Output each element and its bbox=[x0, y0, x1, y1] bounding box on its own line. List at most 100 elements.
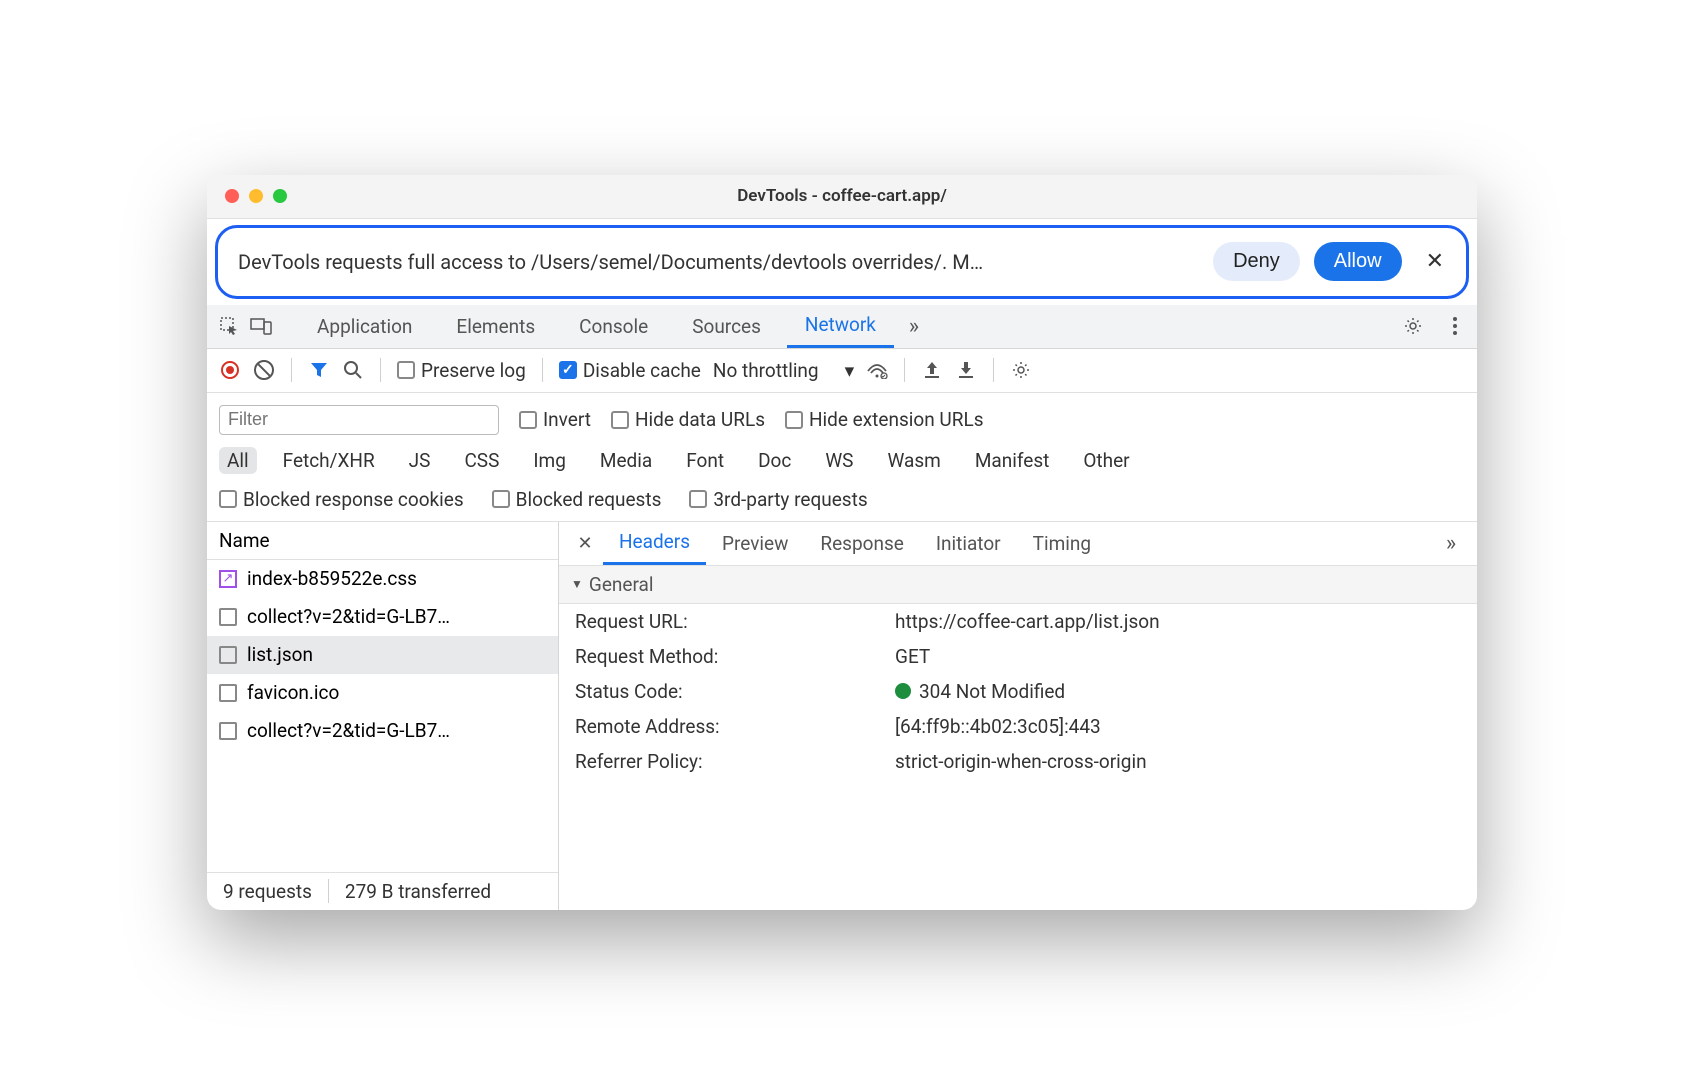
throttling-select[interactable]: No throttling ▾ bbox=[713, 359, 854, 382]
detail-tab-headers[interactable]: Headers bbox=[603, 522, 706, 565]
type-chip-img[interactable]: Img bbox=[525, 447, 574, 474]
detail-tab-preview[interactable]: Preview bbox=[706, 522, 804, 565]
blocked-requests-checkbox[interactable]: Blocked requests bbox=[492, 488, 662, 511]
disclosure-triangle-icon: ▼ bbox=[571, 577, 583, 591]
type-chip-all[interactable]: All bbox=[219, 447, 257, 474]
tab-application[interactable]: Application bbox=[299, 305, 430, 348]
type-chip-other[interactable]: Other bbox=[1075, 447, 1137, 474]
upload-icon[interactable] bbox=[921, 359, 943, 381]
name-column-header[interactable]: Name bbox=[207, 522, 558, 560]
request-name: collect?v=2&tid=G-LB7… bbox=[247, 719, 450, 742]
request-row[interactable]: ↗index-b859522e.css bbox=[207, 560, 558, 598]
close-window-button[interactable] bbox=[225, 189, 239, 203]
request-row[interactable]: list.json bbox=[207, 636, 558, 674]
download-icon[interactable] bbox=[955, 359, 977, 381]
hide-extension-urls-checkbox[interactable]: Hide extension URLs bbox=[785, 408, 984, 431]
minimize-window-button[interactable] bbox=[249, 189, 263, 203]
request-list[interactable]: ↗index-b859522e.css collect?v=2&tid=G-LB7… bbox=[207, 560, 558, 872]
request-count: 9 requests bbox=[207, 880, 328, 903]
titlebar: DevTools - coffee-cart.app/ bbox=[207, 175, 1477, 219]
close-detail-icon[interactable]: ✕ bbox=[567, 533, 603, 554]
file-icon bbox=[219, 684, 237, 702]
main-tabs: ApplicationElementsConsoleSourcesNetwork… bbox=[207, 305, 1477, 349]
type-chip-css[interactable]: CSS bbox=[456, 447, 507, 474]
request-name: collect?v=2&tid=G-LB7… bbox=[247, 605, 450, 628]
file-icon bbox=[219, 722, 237, 740]
detail-tab-response[interactable]: Response bbox=[804, 522, 919, 565]
type-chip-fetch-xhr[interactable]: Fetch/XHR bbox=[275, 447, 383, 474]
header-value: 304 Not Modified bbox=[895, 680, 1461, 703]
request-name: index-b859522e.css bbox=[247, 567, 417, 590]
search-icon[interactable] bbox=[342, 359, 364, 381]
request-row[interactable]: collect?v=2&tid=G-LB7… bbox=[207, 712, 558, 750]
detail-panel: ✕ HeadersPreviewResponseInitiatorTiming … bbox=[559, 522, 1477, 910]
header-key: Request URL: bbox=[575, 610, 895, 633]
transferred-size: 279 B transferred bbox=[329, 880, 507, 903]
blocked-response-cookies-checkbox[interactable]: Blocked response cookies bbox=[219, 488, 464, 511]
record-icon[interactable] bbox=[219, 359, 241, 381]
network-conditions-icon[interactable] bbox=[866, 359, 888, 381]
tab-elements[interactable]: Elements bbox=[438, 305, 553, 348]
request-row[interactable]: favicon.ico bbox=[207, 674, 558, 712]
header-key: Remote Address: bbox=[575, 715, 895, 738]
device-toggle-icon[interactable] bbox=[249, 314, 273, 338]
devtools-window: DevTools - coffee-cart.app/ DevTools req… bbox=[207, 175, 1477, 910]
traffic-lights bbox=[207, 189, 287, 203]
tab-network[interactable]: Network bbox=[787, 305, 894, 348]
hide-data-urls-checkbox[interactable]: Hide data URLs bbox=[611, 408, 765, 431]
header-key: Status Code: bbox=[575, 680, 895, 703]
content-area: Name ↗index-b859522e.css collect?v=2&tid=… bbox=[207, 522, 1477, 910]
window-title: DevTools - coffee-cart.app/ bbox=[207, 186, 1477, 206]
type-chip-font[interactable]: Font bbox=[678, 447, 732, 474]
detail-tabs: ✕ HeadersPreviewResponseInitiatorTiming … bbox=[559, 522, 1477, 566]
kebab-menu-icon[interactable] bbox=[1443, 314, 1467, 338]
header-value: strict-origin-when-cross-origin bbox=[895, 750, 1461, 773]
type-chip-wasm[interactable]: Wasm bbox=[879, 447, 948, 474]
preserve-log-checkbox[interactable]: Preserve log bbox=[397, 359, 526, 382]
type-chip-js[interactable]: JS bbox=[401, 447, 439, 474]
header-value: GET bbox=[895, 645, 1461, 668]
allow-button[interactable]: Allow bbox=[1314, 242, 1402, 281]
type-chip-manifest[interactable]: Manifest bbox=[967, 447, 1058, 474]
tab-sources[interactable]: Sources bbox=[674, 305, 779, 348]
general-section-header[interactable]: ▼General bbox=[559, 566, 1477, 604]
invert-checkbox[interactable]: Invert bbox=[519, 408, 591, 431]
request-row[interactable]: collect?v=2&tid=G-LB7… bbox=[207, 598, 558, 636]
network-settings-icon[interactable] bbox=[1010, 359, 1032, 381]
header-row: Status Code:304 Not Modified bbox=[559, 674, 1477, 709]
network-toolbar: Preserve log Disable cache No throttling… bbox=[207, 349, 1477, 393]
detail-content[interactable]: ▼General Request URL:https://coffee-cart… bbox=[559, 566, 1477, 910]
header-row: Remote Address:[64:ff9b::4b02:3c05]:443 bbox=[559, 709, 1477, 744]
close-icon[interactable]: ✕ bbox=[1416, 249, 1454, 274]
status-bar: 9 requests 279 B transferred bbox=[207, 872, 558, 910]
more-tabs-icon[interactable]: » bbox=[902, 314, 926, 338]
header-row: Request Method:GET bbox=[559, 639, 1477, 674]
filter-icon[interactable] bbox=[308, 359, 330, 381]
tab-console[interactable]: Console bbox=[561, 305, 666, 348]
detail-tab-initiator[interactable]: Initiator bbox=[920, 522, 1017, 565]
permission-bar: DevTools requests full access to /Users/… bbox=[215, 225, 1469, 299]
type-chip-media[interactable]: Media bbox=[592, 447, 660, 474]
header-row: Request URL:https://coffee-cart.app/list… bbox=[559, 604, 1477, 639]
header-row: Referrer Policy:strict-origin-when-cross… bbox=[559, 744, 1477, 779]
filter-input[interactable] bbox=[219, 405, 499, 435]
disable-cache-checkbox[interactable]: Disable cache bbox=[559, 359, 701, 382]
settings-icon[interactable] bbox=[1401, 314, 1425, 338]
third-party-checkbox[interactable]: 3rd-party requests bbox=[689, 488, 867, 511]
permission-message: DevTools requests full access to /Users/… bbox=[238, 250, 1199, 274]
type-chip-doc[interactable]: Doc bbox=[750, 447, 799, 474]
type-chip-ws[interactable]: WS bbox=[817, 447, 861, 474]
zoom-window-button[interactable] bbox=[273, 189, 287, 203]
requests-panel: Name ↗index-b859522e.css collect?v=2&tid=… bbox=[207, 522, 559, 910]
inspect-icon[interactable] bbox=[217, 314, 241, 338]
status-dot-icon bbox=[895, 683, 911, 699]
detail-tab-timing[interactable]: Timing bbox=[1017, 522, 1107, 565]
filter-bar: Invert Hide data URLs Hide extension URL… bbox=[207, 393, 1477, 522]
file-icon bbox=[219, 608, 237, 626]
deny-button[interactable]: Deny bbox=[1213, 242, 1300, 281]
header-key: Request Method: bbox=[575, 645, 895, 668]
more-detail-tabs-icon[interactable]: » bbox=[1433, 531, 1469, 556]
request-name: favicon.ico bbox=[247, 681, 339, 704]
type-filter-chips: All Fetch/XHR JS CSS Img Media Font Doc WS Wasm Ma… bbox=[219, 439, 1465, 484]
clear-icon[interactable] bbox=[253, 359, 275, 381]
